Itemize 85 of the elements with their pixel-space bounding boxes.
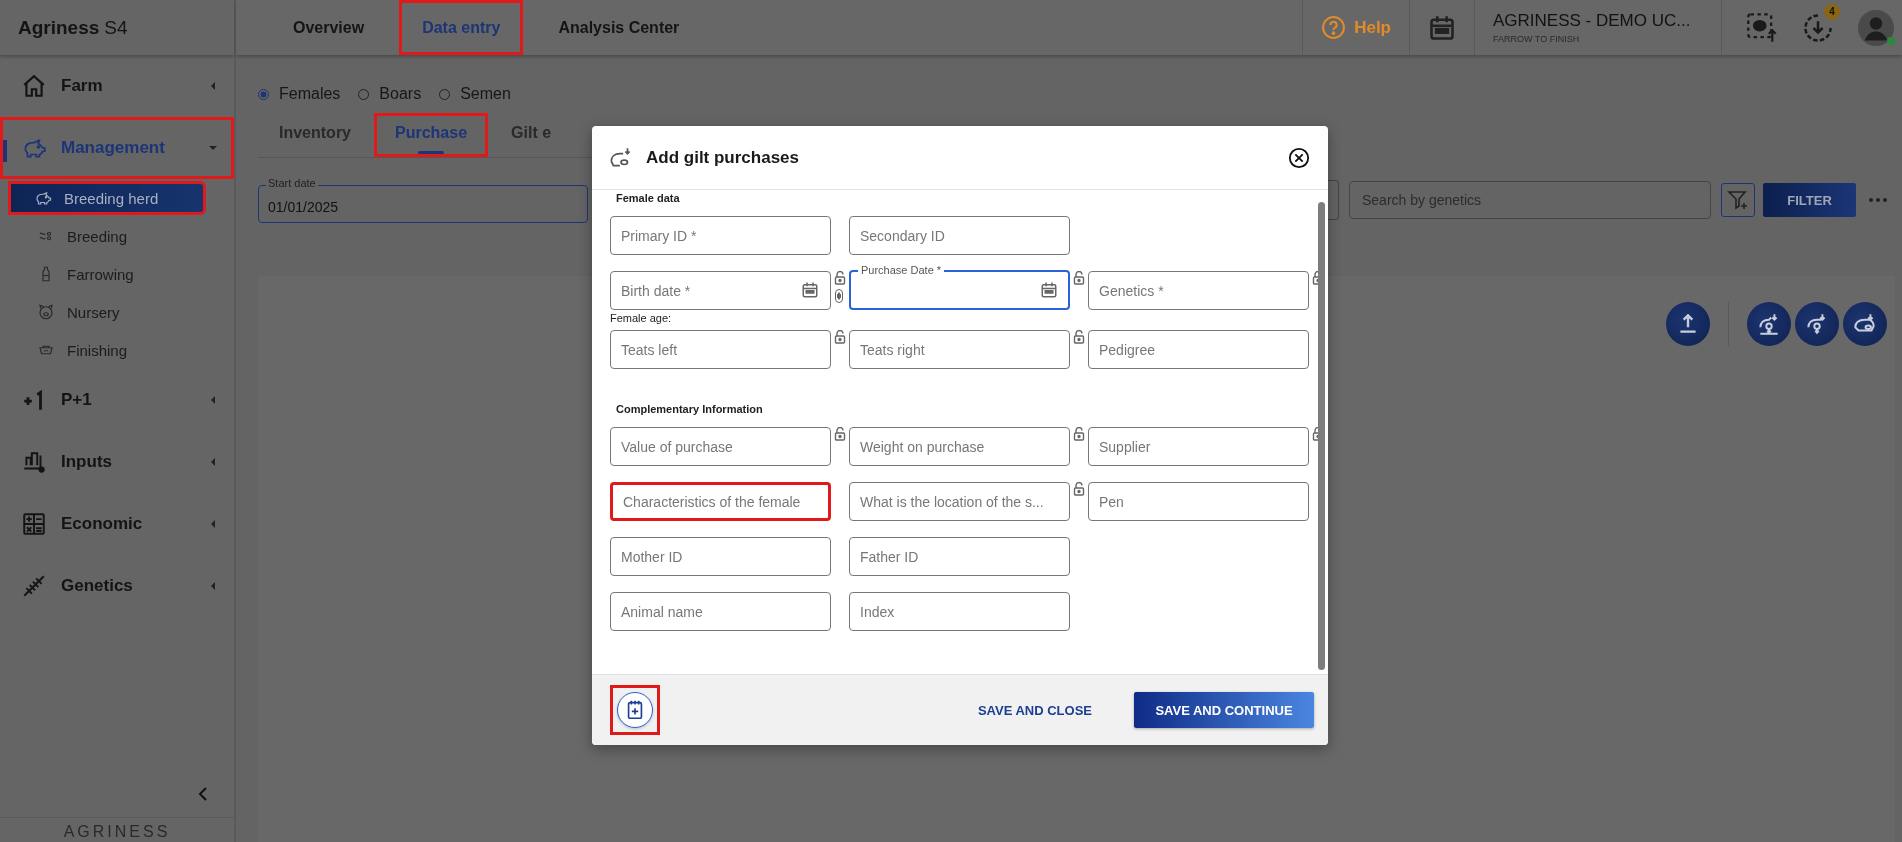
add-filter-button[interactable]	[1721, 183, 1755, 217]
text-field[interactable]: What is the location of the s...	[849, 482, 1070, 521]
calendar-icon[interactable]	[1040, 281, 1058, 299]
sidebar-item[interactable]: Farm	[0, 55, 234, 117]
caret-icon	[209, 396, 217, 404]
sub-tab[interactable]: Purchase	[374, 113, 489, 157]
text-field[interactable]: Index	[849, 592, 1070, 631]
date-field[interactable]: Purchase Date *	[849, 264, 1070, 310]
unlocked-padlock-icon[interactable]	[1073, 427, 1085, 441]
sidebar-subitem[interactable]: Farrowing	[0, 255, 206, 293]
user-avatar[interactable]	[1858, 9, 1894, 46]
text-field[interactable]: Teats left	[610, 330, 831, 369]
unlocked-padlock-icon[interactable]	[834, 330, 846, 344]
save-and-continue-button[interactable]: SAVE AND CONTINUE	[1134, 692, 1314, 728]
save-and-close-button[interactable]: SAVE AND CLOSE	[971, 701, 1098, 719]
text-field[interactable]: Teats right	[849, 330, 1070, 369]
caret-icon	[209, 458, 217, 466]
section-title: Female data	[616, 192, 681, 204]
caret-icon	[209, 144, 217, 152]
sidebar-subitem[interactable]: Nursery	[0, 293, 206, 331]
collapse-chevron-icon[interactable]	[198, 787, 208, 801]
unlocked-padlock-icon[interactable]	[834, 427, 846, 441]
sidebar-item[interactable]: Genetics	[0, 555, 234, 617]
more-icon[interactable]	[1868, 197, 1888, 203]
add-note-button[interactable]	[610, 685, 660, 735]
text-field[interactable]: Genetics *	[1088, 271, 1309, 310]
caret-icon	[209, 520, 217, 528]
dialog-title: Add gilt purchases	[646, 147, 801, 168]
toggle-icon[interactable]	[835, 289, 843, 303]
field-label: Purchase Date *	[860, 264, 943, 277]
calendar-icon[interactable]	[1428, 13, 1456, 42]
sidebar-item[interactable]: Management	[0, 117, 234, 179]
sidebar-subitem[interactable]: Finishing	[0, 331, 206, 369]
sidebar-item[interactable]: Economic	[0, 493, 234, 555]
upload-button[interactable]	[1666, 302, 1710, 346]
text-field[interactable]: Weight on purchase	[849, 427, 1070, 466]
pig-face-icon	[37, 303, 55, 321]
text-field[interactable]: Secondary ID	[849, 216, 1070, 255]
sub-tab[interactable]: Inventory	[258, 113, 372, 157]
cart-icon	[21, 449, 47, 475]
text-field[interactable]: Pedigree	[1088, 330, 1309, 369]
funnel-plus-icon	[1726, 188, 1750, 212]
field-note: Female age:	[610, 312, 673, 324]
text-field[interactable]: Characteristics of the female	[610, 482, 831, 521]
notification-badge: 4	[1824, 3, 1840, 20]
text-field[interactable]: Father ID	[849, 537, 1070, 576]
help-icon	[1321, 15, 1347, 40]
calculator-icon	[21, 511, 47, 537]
footer-logo: AGRINESS	[0, 817, 234, 842]
nav-tab[interactable]: Overview	[270, 0, 388, 55]
unlocked-padlock-icon[interactable]	[1073, 330, 1085, 344]
brand-logo: Agriness S4	[0, 0, 234, 55]
text-field[interactable]: Primary ID *	[610, 216, 831, 255]
section-title: Complementary Information	[616, 403, 764, 415]
text-field[interactable]: Supplier	[1088, 427, 1309, 466]
sidebar-item[interactable]: P+1	[0, 369, 234, 431]
caret-icon	[209, 82, 217, 90]
sidebar-subitem[interactable]: Breeding	[0, 217, 206, 255]
sidebar-item[interactable]: Inputs	[0, 431, 234, 493]
radio-option[interactable]: Females	[258, 85, 341, 103]
sidebar-subitem[interactable]: Breeding herd	[8, 181, 206, 215]
sub-tab[interactable]: Gilt e	[490, 113, 573, 157]
nav-tab[interactable]: Analysis Center	[535, 0, 703, 55]
filter-button[interactable]: FILTER	[1763, 183, 1856, 217]
caret-icon	[209, 582, 217, 590]
help-button[interactable]: Help	[1302, 0, 1409, 55]
field-label: Start date	[266, 177, 318, 189]
date-field[interactable]: Birth date *	[610, 271, 831, 310]
unlocked-padlock-icon[interactable]	[1073, 271, 1085, 285]
unlocked-padlock-icon[interactable]	[834, 271, 846, 285]
text-field[interactable]: Animal name	[610, 592, 831, 631]
search-field[interactable]: Search by genetics	[1349, 181, 1711, 219]
radio-option[interactable]: Boars	[358, 85, 422, 103]
house-icon	[21, 73, 47, 99]
radio-option[interactable]: Semen	[439, 85, 511, 103]
radio-button[interactable]	[258, 88, 269, 100]
text-field[interactable]: Value of purchase	[610, 427, 831, 466]
text-field[interactable]: Mother ID	[610, 537, 831, 576]
unlocked-padlock-icon[interactable]	[1073, 482, 1085, 496]
calendar-icon[interactable]	[801, 281, 819, 299]
text-field[interactable]: Pen	[1088, 482, 1309, 521]
start-date-field[interactable]: Start date 01/01/2025	[258, 177, 588, 223]
close-icon[interactable]	[1288, 146, 1310, 169]
nav-tab[interactable]: Data entry	[399, 0, 524, 55]
farm-name[interactable]: AGRINESS - DEMO UC...	[1493, 11, 1693, 31]
